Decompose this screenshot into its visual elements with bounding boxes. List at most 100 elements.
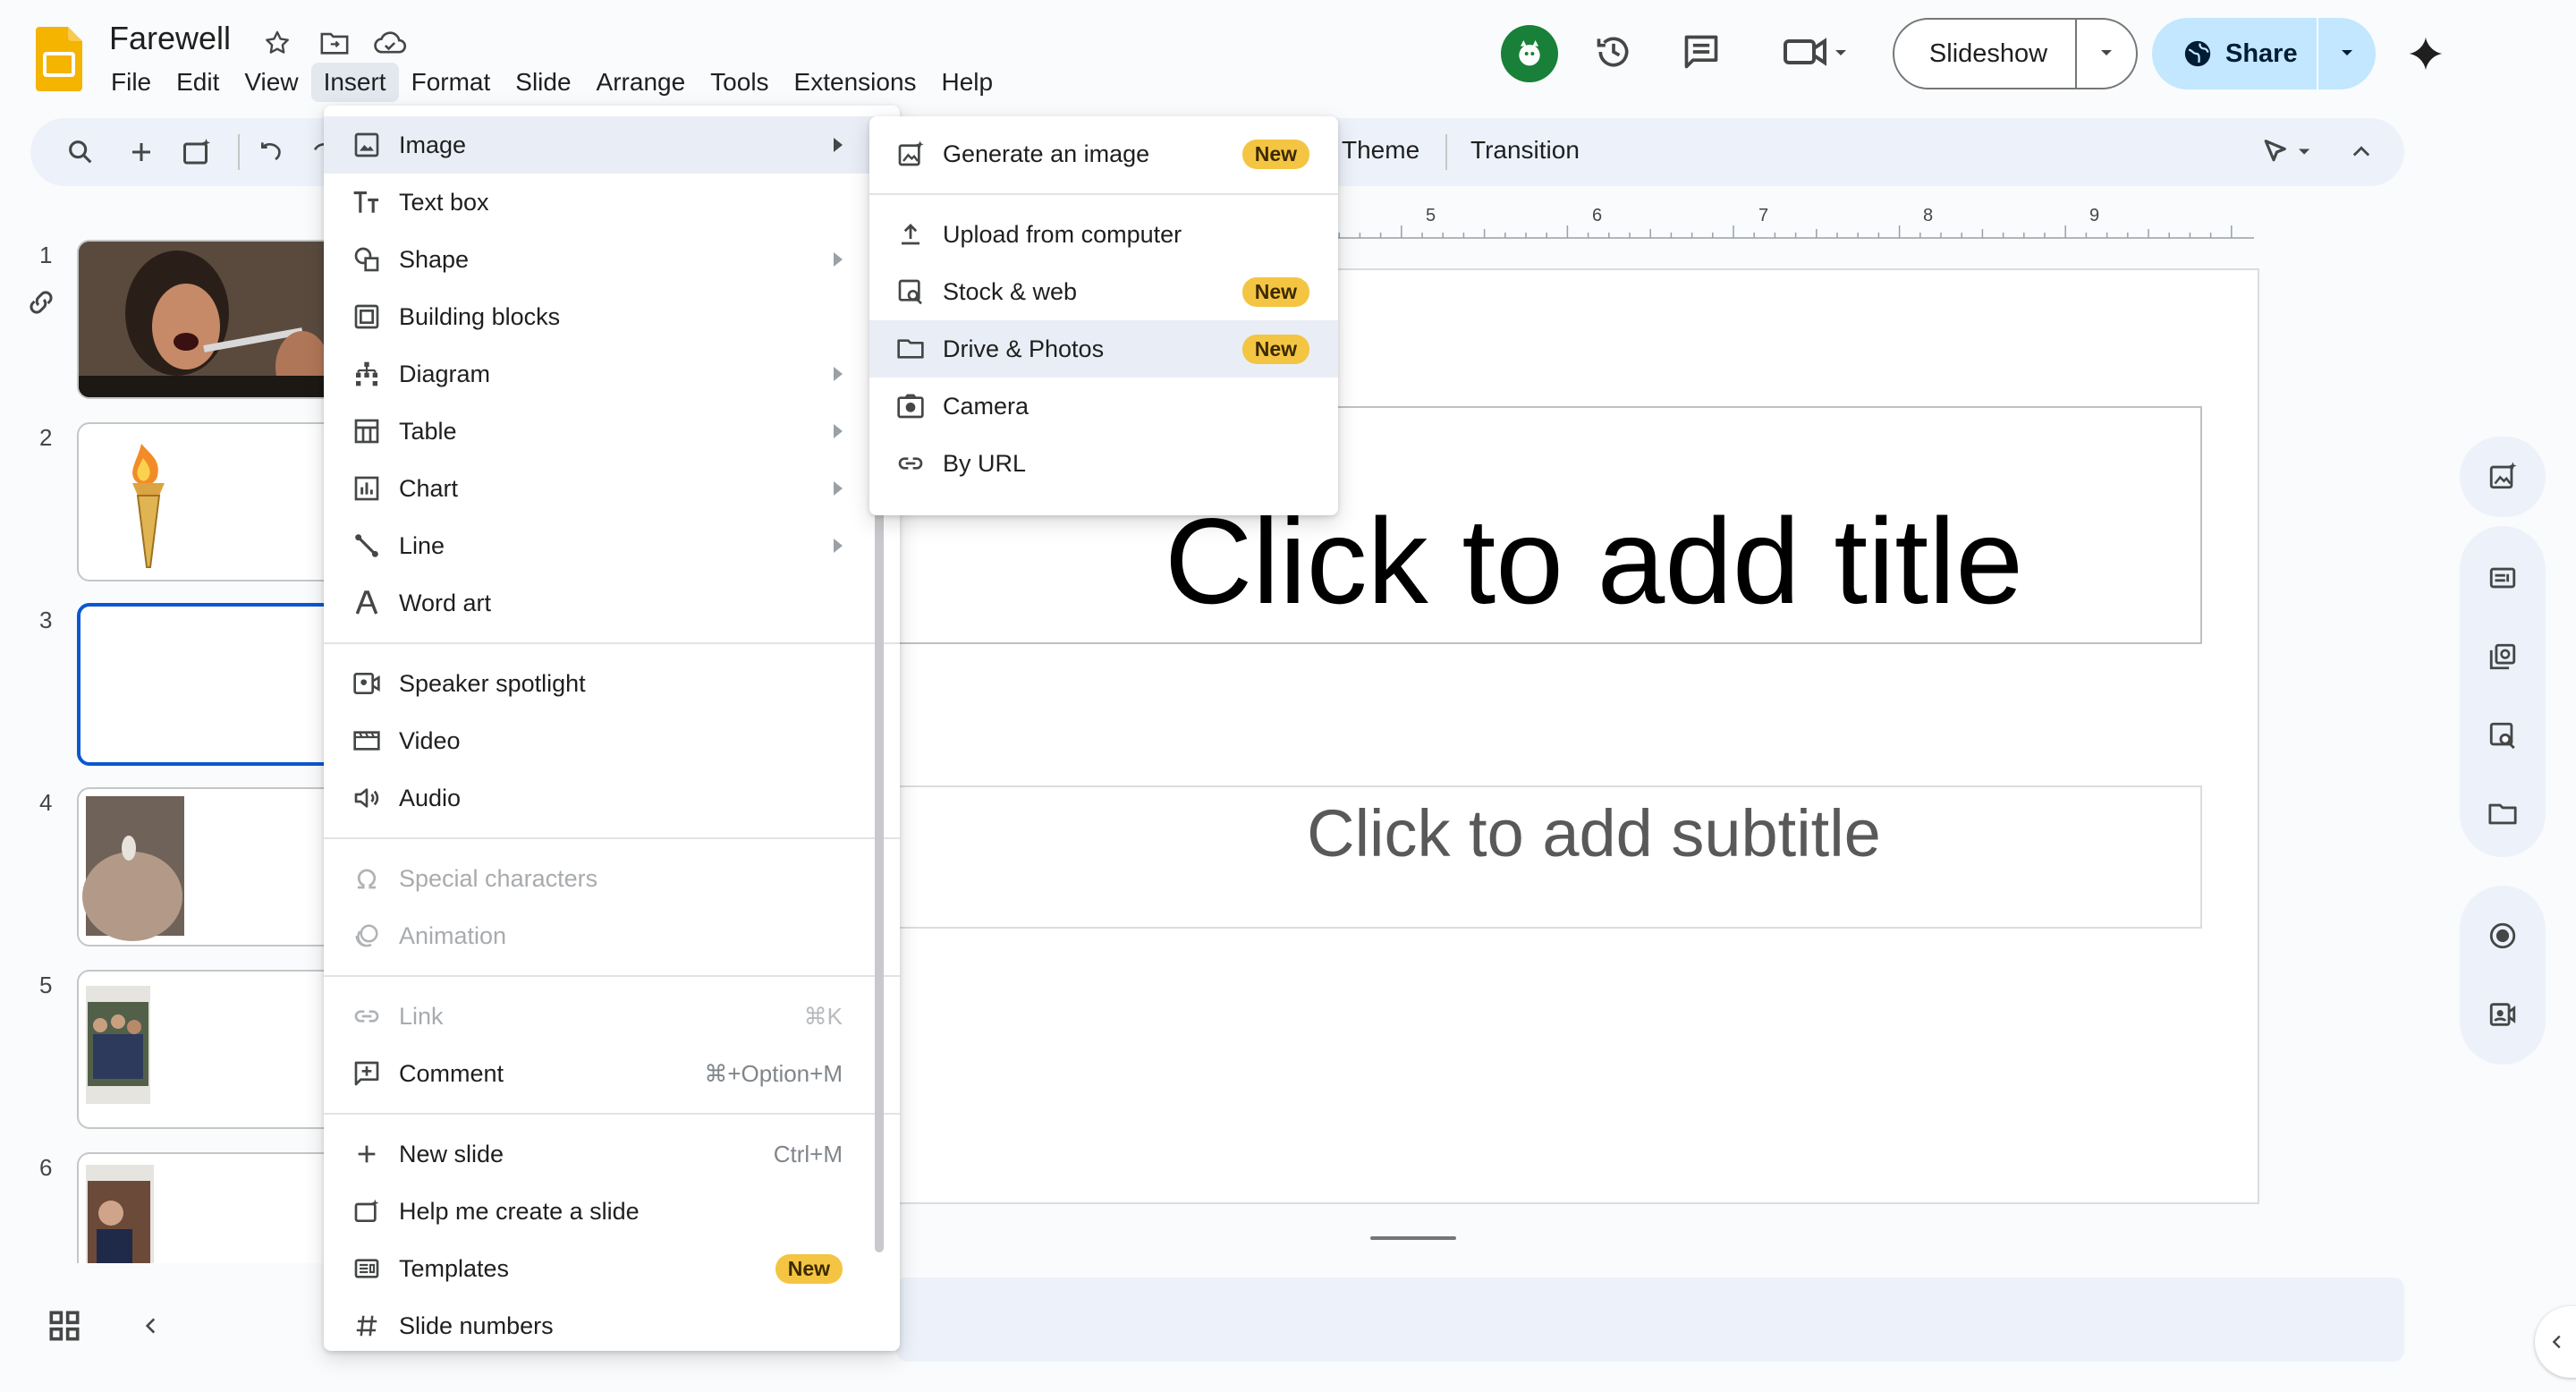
- subtitle-placeholder-text: Click to add subtitle: [1307, 795, 1881, 870]
- submenu-arrow-icon: [834, 252, 843, 267]
- insert-new-slide-item[interactable]: New slide Ctrl+M: [324, 1125, 900, 1183]
- share-main[interactable]: Share: [2152, 38, 2317, 69]
- insert-table-item[interactable]: Table: [324, 403, 900, 460]
- stock-web-item[interactable]: Stock & web New: [869, 263, 1338, 320]
- share-options-dropdown[interactable]: [2317, 18, 2376, 89]
- linked-object-icon[interactable]: [25, 286, 57, 318]
- new-slide-plus-icon[interactable]: [118, 129, 165, 175]
- slideshow-label[interactable]: Slideshow: [1894, 39, 2075, 69]
- insert-templates-item[interactable]: Templates New: [324, 1240, 900, 1297]
- insert-line-item[interactable]: Line: [324, 517, 900, 574]
- collapse-toolbar-icon[interactable]: [2338, 129, 2385, 175]
- insert-building-blocks-item[interactable]: Building blocks: [324, 288, 900, 345]
- ruler-number: 8: [1923, 206, 1934, 225]
- menu-divider: [324, 837, 900, 839]
- layers-icon[interactable]: [2460, 617, 2546, 696]
- slide-number: 4: [39, 789, 53, 816]
- word-art-icon: [347, 583, 386, 623]
- grid-view-icon[interactable]: [45, 1306, 84, 1345]
- slide-thumbnail-6[interactable]: [77, 1152, 345, 1263]
- insert-word-art-item[interactable]: Word art: [324, 574, 900, 632]
- menu-label: Camera: [943, 392, 1030, 420]
- menu-label: Upload from computer: [943, 220, 1182, 248]
- side-panel-group-2: [2460, 526, 2546, 857]
- menu-help[interactable]: Help: [929, 63, 1006, 102]
- menu-label: Text box: [399, 188, 489, 216]
- subtitle-placeholder[interactable]: Click to add subtitle: [896, 785, 2202, 929]
- insert-link-item[interactable]: Link ⌘K: [324, 988, 900, 1045]
- insert-special-characters-item[interactable]: Special characters: [324, 850, 900, 907]
- video-presenter-icon[interactable]: [2460, 975, 2546, 1054]
- omega-icon: [347, 859, 386, 898]
- share-button[interactable]: Share: [2152, 18, 2376, 89]
- by-url-item[interactable]: By URL: [869, 435, 1338, 492]
- menu-arrange[interactable]: Arrange: [584, 63, 699, 102]
- side-panel-group-3: [2460, 886, 2546, 1065]
- generate-image-item[interactable]: Generate an image New: [869, 125, 1338, 182]
- menu-extensions[interactable]: Extensions: [782, 63, 929, 102]
- insert-text-box-item[interactable]: Text box: [324, 174, 900, 231]
- gemini-sparkle-icon[interactable]: [2399, 27, 2453, 81]
- slide-thumbnail-3-selected[interactable]: [77, 603, 345, 766]
- singer-photo: [79, 242, 343, 397]
- search-menus-icon[interactable]: [57, 129, 104, 175]
- camera-item[interactable]: Camera: [869, 378, 1338, 435]
- record-icon[interactable]: [2460, 896, 2546, 975]
- folder-icon: [891, 329, 930, 369]
- select-tool-icon[interactable]: [2252, 129, 2333, 175]
- insert-chart-item[interactable]: Chart: [324, 460, 900, 517]
- menu-tools[interactable]: Tools: [698, 63, 781, 102]
- drive-photos-item[interactable]: Drive & Photos New: [869, 320, 1338, 378]
- image-search-icon[interactable]: [2460, 696, 2546, 775]
- move-folder-icon[interactable]: [317, 25, 352, 61]
- meet-video-button[interactable]: [1773, 25, 1862, 79]
- menu-edit[interactable]: Edit: [164, 63, 232, 102]
- menu-format[interactable]: Format: [399, 63, 504, 102]
- video-icon: [347, 721, 386, 760]
- slide-thumbnail-5[interactable]: [77, 970, 345, 1129]
- menu-insert[interactable]: Insert: [310, 63, 399, 102]
- show-side-panel-button[interactable]: [2535, 1306, 2576, 1378]
- text-box-icon: [347, 182, 386, 222]
- speaker-notes-area[interactable]: [896, 1277, 2404, 1362]
- menu-view[interactable]: View: [232, 63, 310, 102]
- insert-slide-numbers-item[interactable]: Slide numbers: [324, 1297, 900, 1351]
- transition-button[interactable]: Transition: [1470, 136, 1580, 165]
- insert-audio-item[interactable]: Audio: [324, 769, 900, 827]
- help-create-slide-icon[interactable]: [174, 129, 220, 175]
- templates-icon: [347, 1249, 386, 1288]
- keep-icon[interactable]: [2460, 539, 2546, 617]
- slideshow-button[interactable]: Slideshow: [1893, 18, 2138, 89]
- generate-image-side-icon[interactable]: [2460, 437, 2546, 515]
- menu-slide[interactable]: Slide: [503, 63, 583, 102]
- drive-folder-icon[interactable]: [2460, 775, 2546, 853]
- insert-help-me-create-slide-item[interactable]: Help me create a slide: [324, 1183, 900, 1240]
- insert-video-item[interactable]: Video: [324, 712, 900, 769]
- version-history-icon[interactable]: [1587, 25, 1640, 79]
- slide-number: 3: [39, 607, 53, 633]
- slide-thumbnail-4[interactable]: [77, 787, 345, 946]
- insert-speaker-spotlight-item[interactable]: Speaker spotlight: [324, 655, 900, 712]
- cloud-saved-icon[interactable]: [372, 25, 408, 61]
- insert-comment-item[interactable]: Comment ⌘+Option+M: [324, 1045, 900, 1102]
- collapse-filmstrip-icon[interactable]: [140, 1311, 163, 1340]
- upload-from-computer-item[interactable]: Upload from computer: [869, 206, 1338, 263]
- speaker-notes-resize-handle[interactable]: [1370, 1236, 1456, 1240]
- menu-label: Audio: [399, 784, 462, 811]
- slideshow-options-dropdown[interactable]: [2075, 20, 2136, 88]
- comments-icon[interactable]: [1674, 25, 1728, 79]
- insert-image-item[interactable]: Image: [324, 116, 900, 174]
- insert-animation-item[interactable]: Animation: [324, 907, 900, 964]
- slides-logo[interactable]: [36, 27, 82, 91]
- star-icon[interactable]: [259, 25, 295, 61]
- theme-button[interactable]: Theme: [1342, 136, 1419, 165]
- user-avatar[interactable]: [1501, 25, 1558, 82]
- insert-diagram-item[interactable]: Diagram: [324, 345, 900, 403]
- document-title[interactable]: Farewell: [109, 20, 231, 57]
- menu-file[interactable]: File: [98, 63, 164, 102]
- slide-thumbnail-2[interactable]: [77, 422, 345, 581]
- insert-shape-item[interactable]: Shape: [324, 231, 900, 288]
- undo-icon[interactable]: [249, 129, 295, 175]
- image-icon: [347, 125, 386, 165]
- slide-thumbnail-1[interactable]: [77, 240, 345, 399]
